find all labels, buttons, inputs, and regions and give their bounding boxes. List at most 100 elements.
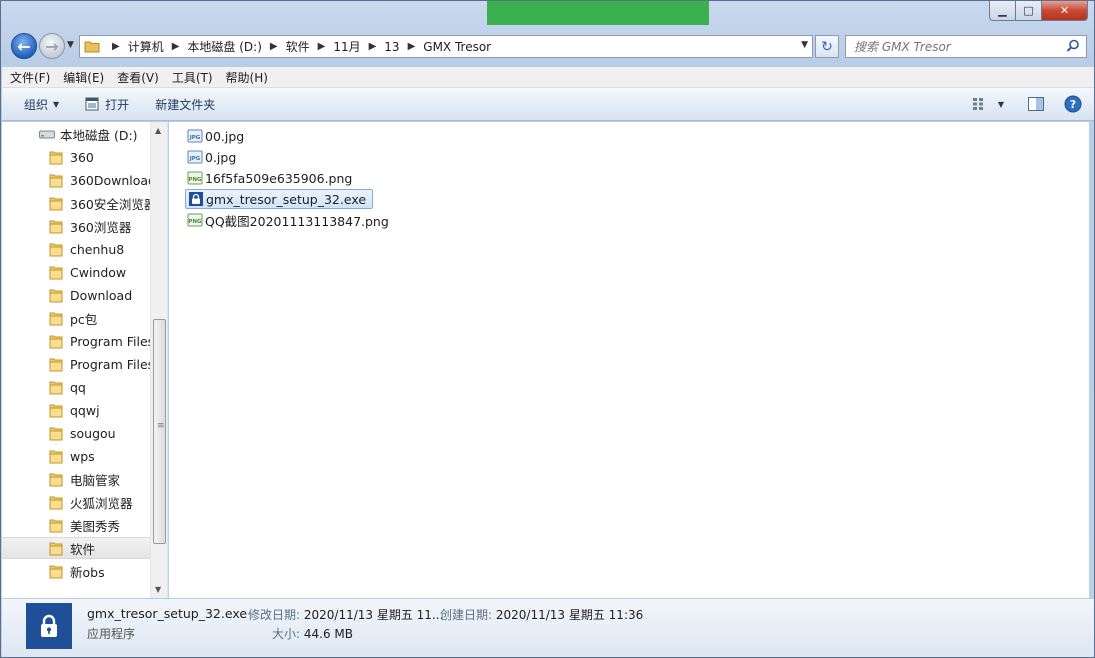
tree-item-folder[interactable]: 火狐浏览器 bbox=[2, 491, 152, 513]
tree-item-folder[interactable]: sougou bbox=[2, 422, 152, 444]
tree-item-folder[interactable]: 360 bbox=[2, 146, 152, 168]
tree-item-drive-d[interactable]: 本地磁盘 (D:) bbox=[2, 123, 152, 145]
window-icon bbox=[85, 97, 99, 111]
folder-icon bbox=[49, 519, 63, 533]
minimize-button[interactable]: ▁ bbox=[989, 1, 1016, 21]
breadcrumb-separator-icon[interactable]: ▶ bbox=[112, 41, 120, 52]
breadcrumb-separator-icon[interactable]: ▶ bbox=[318, 41, 326, 52]
tree-item-folder[interactable]: Cwindow bbox=[2, 261, 152, 283]
tree-item-folder[interactable]: 新obs bbox=[2, 560, 152, 582]
tree-item-folder[interactable]: wps bbox=[2, 445, 152, 467]
tree-item-label: Cwindow bbox=[70, 264, 127, 280]
tree-item-folder[interactable]: qq bbox=[2, 376, 152, 398]
details-modified: 修改日期: 2020/11/13 星期五 11... bbox=[248, 606, 443, 623]
tree-item-folder[interactable]: 360安全浏览器 bbox=[2, 192, 156, 214]
tree-item-label: Download bbox=[70, 287, 133, 303]
preview-pane-button[interactable] bbox=[1028, 97, 1044, 111]
tree-item-folder[interactable]: qqwj bbox=[2, 399, 152, 421]
folder-icon bbox=[49, 381, 63, 395]
tree-item-folder[interactable]: 美图秀秀 bbox=[2, 514, 152, 536]
search-box[interactable] bbox=[845, 35, 1087, 58]
refresh-icon: ↻ bbox=[821, 38, 833, 55]
scrollbar-thumb[interactable]: ≡ bbox=[153, 319, 166, 544]
arrow-right-icon: → bbox=[45, 36, 59, 56]
tree-item-folder[interactable]: 360浏览器 bbox=[2, 215, 152, 237]
tree-item-label: qqwj bbox=[70, 402, 100, 418]
menu-file[interactable]: 文件(F) bbox=[10, 69, 50, 86]
tree-item-label: sougou bbox=[70, 425, 116, 441]
breadcrumb-item[interactable]: 计算机 bbox=[128, 38, 164, 55]
maximize-button[interactable]: □ bbox=[1016, 1, 1042, 21]
help-button[interactable]: ? bbox=[1064, 95, 1082, 113]
search-input[interactable] bbox=[854, 39, 1054, 54]
file-item[interactable]: gmx_tresor_setup_32.exe bbox=[185, 189, 374, 209]
lock-exe-icon bbox=[189, 192, 203, 206]
address-bar[interactable]: ▶ 计算机 ▶ 本地磁盘 (D:) ▶ 软件 ▶ 11月 ▶ 13 ▶ GMX Tresor ▼ bbox=[79, 35, 813, 58]
menu-help[interactable]: 帮助(H) bbox=[226, 69, 268, 86]
file-item[interactable]: PNG QQ截图20201113113847.png bbox=[185, 210, 395, 230]
file-name: 16f5fa509e635906.png bbox=[205, 170, 353, 186]
menu-view[interactable]: 查看(V) bbox=[117, 69, 159, 86]
chevron-down-icon: ▼ bbox=[997, 99, 1004, 109]
tree-item-folder[interactable]: Program Files bbox=[2, 353, 154, 375]
forward-button[interactable]: → bbox=[39, 33, 65, 59]
folder-icon bbox=[49, 565, 63, 579]
organize-label: 组织 bbox=[24, 97, 49, 112]
folder-icon bbox=[49, 473, 63, 487]
address-history-dropdown[interactable]: ▼ bbox=[801, 40, 808, 50]
scroll-down-arrow-icon[interactable]: ▼ bbox=[155, 585, 161, 594]
new-folder-label: 新建文件夹 bbox=[155, 97, 216, 112]
nav-scrollbar[interactable]: ▲ ≡ ▼ bbox=[150, 122, 167, 598]
breadcrumb-separator-icon[interactable]: ▶ bbox=[172, 41, 180, 52]
preview-pane-icon bbox=[1028, 97, 1044, 111]
file-type-icon bbox=[26, 603, 72, 649]
breadcrumb-separator-icon[interactable]: ▶ bbox=[408, 41, 416, 52]
recent-pages-dropdown[interactable]: ▼ bbox=[67, 40, 74, 50]
menu-edit[interactable]: 编辑(E) bbox=[63, 69, 104, 86]
folder-icon bbox=[49, 174, 63, 188]
tree-item-folder[interactable]: pc包 bbox=[2, 307, 152, 329]
arrow-left-icon: ← bbox=[17, 36, 31, 56]
organize-button[interactable]: 组织 ▼ bbox=[24, 96, 59, 113]
breadcrumb-item[interactable]: GMX Tresor bbox=[423, 40, 491, 54]
tree-item-folder[interactable]: chenhu8 bbox=[2, 238, 152, 260]
tree-item-label: 360安全浏览器 bbox=[70, 196, 157, 212]
tree-item-folder[interactable]: Download bbox=[2, 284, 152, 306]
file-item[interactable]: JPG 0.jpg bbox=[185, 147, 242, 167]
search-icon[interactable] bbox=[1066, 39, 1080, 53]
change-view-button[interactable]: ▼ bbox=[972, 97, 1004, 111]
command-bar: 组织 ▼ 打开 新建文件夹 ▼ ? bbox=[2, 88, 1094, 121]
breadcrumb-separator-icon[interactable]: ▶ bbox=[369, 41, 377, 52]
tree-item-label: 360Download bbox=[70, 172, 156, 188]
refresh-button[interactable]: ↻ bbox=[815, 35, 839, 58]
lock-icon bbox=[41, 614, 57, 637]
folder-icon bbox=[49, 312, 63, 326]
file-name: gmx_tresor_setup_32.exe bbox=[206, 191, 367, 207]
new-folder-button[interactable]: 新建文件夹 bbox=[155, 96, 215, 113]
breadcrumb-item[interactable]: 13 bbox=[384, 40, 399, 54]
close-button[interactable]: ✕ bbox=[1042, 1, 1088, 21]
breadcrumb-item[interactable]: 软件 bbox=[286, 38, 310, 55]
svg-text:JPG: JPG bbox=[189, 135, 201, 141]
scroll-up-arrow-icon[interactable]: ▲ bbox=[155, 126, 161, 135]
tree-item-label: 美图秀秀 bbox=[70, 518, 121, 534]
file-item[interactable]: JPG 00.jpg bbox=[185, 126, 250, 146]
tree-item-folder[interactable]: 360Download bbox=[2, 169, 156, 191]
tree-item-folder[interactable]: Program Files bbox=[2, 330, 154, 352]
created-label: 创建日期: bbox=[440, 608, 493, 622]
tree-item-folder[interactable]: 电脑管家 bbox=[2, 468, 152, 490]
tree-item-label: wps bbox=[70, 448, 95, 464]
tree-item-label: 360 bbox=[70, 149, 94, 165]
file-list: JPG 00.jpg JPG 0.jpg PNG 16f5fa509e635906.png… bbox=[169, 122, 1089, 598]
tree-item-folder[interactable]: 软件 bbox=[2, 537, 152, 559]
menu-tools[interactable]: 工具(T) bbox=[172, 69, 213, 86]
back-button[interactable]: ← bbox=[11, 33, 37, 59]
breadcrumb-item[interactable]: 本地磁盘 (D:) bbox=[187, 38, 261, 55]
breadcrumb-separator-icon[interactable]: ▶ bbox=[270, 41, 278, 52]
file-item[interactable]: PNG 16f5fa509e635906.png bbox=[185, 168, 358, 188]
folder-icon bbox=[49, 197, 63, 211]
open-button[interactable]: 打开 bbox=[85, 96, 129, 113]
folder-icon bbox=[49, 450, 63, 464]
svg-text:JPG: JPG bbox=[189, 156, 201, 162]
breadcrumb-item[interactable]: 11月 bbox=[333, 38, 360, 55]
